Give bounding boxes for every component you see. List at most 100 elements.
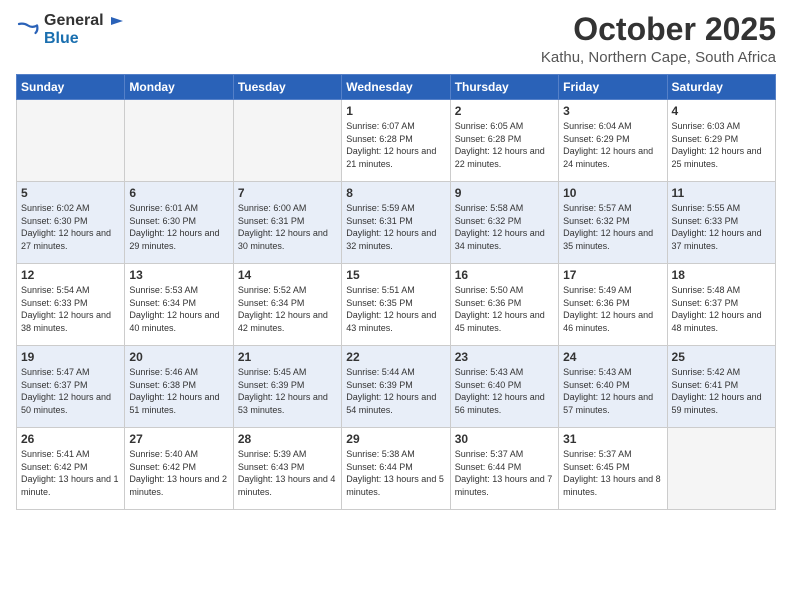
calendar-day-cell: 24 Sunrise: 5:43 AM Sunset: 6:40 PM Dayli… [559,346,667,428]
day-number: 31 [563,432,662,446]
day-number: 1 [346,104,445,118]
calendar-day-cell: 3 Sunrise: 6:04 AM Sunset: 6:29 PM Daylig… [559,100,667,182]
day-number: 9 [455,186,554,200]
day-number: 20 [129,350,228,364]
calendar-day-cell: 15Sunrise: 5:51 AM Sunset: 6:35 PM Dayli… [342,264,450,346]
sun-info: Sunrise: 6:05 AM Sunset: 6:28 PM Dayligh… [455,120,554,170]
sun-info: Sunrise: 5:52 AM Sunset: 6:34 PM Dayligh… [238,284,337,334]
sun-info: Sunrise: 5:38 AM Sunset: 6:44 PM Dayligh… [346,448,445,498]
calendar-week-row: 12 Sunrise: 5:54 AM Sunset: 6:33 PM Dayli… [17,264,776,346]
sun-info: Sunrise: 5:53 AM Sunset: 6:34 PM Dayligh… [129,284,228,334]
sun-info: Sunrise: 6:03 AM Sunset: 6:29 PM Dayligh… [672,120,771,170]
calendar-day-cell: 16 Sunrise: 5:50 AM Sunset: 6:36 PM Dayli… [450,264,558,346]
day-number: 18 [672,268,771,282]
sun-info: Sunrise: 5:39 AM Sunset: 6:43 PM Dayligh… [238,448,337,498]
calendar-day-cell: 21Sunrise: 5:45 AM Sunset: 6:39 PM Dayli… [233,346,341,428]
day-number: 28 [238,432,337,446]
sun-info: Sunrise: 5:37 AM Sunset: 6:44 PM Dayligh… [455,448,554,498]
calendar-day-cell: 30 Sunrise: 5:37 AM Sunset: 6:44 PM Dayli… [450,428,558,510]
day-number: 3 [563,104,662,118]
sun-info: Sunrise: 5:54 AM Sunset: 6:33 PM Dayligh… [21,284,120,334]
sun-info: Sunrise: 6:01 AM Sunset: 6:30 PM Dayligh… [129,202,228,252]
sun-info: Sunrise: 5:48 AM Sunset: 6:37 PM Dayligh… [672,284,771,334]
logo-text: General Blue [44,12,125,48]
calendar-day-cell [17,100,125,182]
day-number: 25 [672,350,771,364]
calendar-day-cell: 19Sunrise: 5:47 AM Sunset: 6:37 PM Dayli… [17,346,125,428]
calendar-day-cell: 1 Sunrise: 6:07 AM Sunset: 6:28 PM Daylig… [342,100,450,182]
sun-info: Sunrise: 5:37 AM Sunset: 6:45 PM Dayligh… [563,448,662,498]
day-number: 7 [238,186,337,200]
sun-info: Sunrise: 6:07 AM Sunset: 6:28 PM Dayligh… [346,120,445,170]
sun-info: Sunrise: 5:58 AM Sunset: 6:32 PM Dayligh… [455,202,554,252]
calendar-header-row: Sunday Monday Tuesday Wednesday Thursday… [17,75,776,100]
header-area: General Blue October 2025 Kathu, Norther… [16,12,776,66]
sun-info: Sunrise: 5:46 AM Sunset: 6:38 PM Dayligh… [129,366,228,416]
header-thursday: Thursday [450,75,558,100]
calendar-day-cell: 25 Sunrise: 5:42 AM Sunset: 6:41 PM Dayli… [667,346,775,428]
header-monday: Monday [125,75,233,100]
day-number: 6 [129,186,228,200]
calendar-day-cell: 28 Sunrise: 5:39 AM Sunset: 6:43 PM Dayli… [233,428,341,510]
calendar-week-row: 26Sunrise: 5:41 AM Sunset: 6:42 PM Dayli… [17,428,776,510]
day-number: 13 [129,268,228,282]
title-area: October 2025 Kathu, Northern Cape, South… [541,12,776,66]
sun-info: Sunrise: 5:40 AM Sunset: 6:42 PM Dayligh… [129,448,228,498]
logo-arrow-icon [109,13,125,29]
day-number: 30 [455,432,554,446]
calendar-day-cell: 27 Sunrise: 5:40 AM Sunset: 6:42 PM Dayli… [125,428,233,510]
sun-info: Sunrise: 5:49 AM Sunset: 6:36 PM Dayligh… [563,284,662,334]
calendar-day-cell: 18 Sunrise: 5:48 AM Sunset: 6:37 PM Dayli… [667,264,775,346]
day-number: 23 [455,350,554,364]
location-title: Kathu, Northern Cape, South Africa [541,49,776,66]
day-number: 26 [21,432,120,446]
header-friday: Friday [559,75,667,100]
header-wednesday: Wednesday [342,75,450,100]
day-number: 16 [455,268,554,282]
calendar-week-row: 1 Sunrise: 6:07 AM Sunset: 6:28 PM Daylig… [17,100,776,182]
calendar-day-cell: 7Sunrise: 6:00 AM Sunset: 6:31 PM Daylig… [233,182,341,264]
day-number: 15 [346,268,445,282]
calendar-day-cell: 5 Sunrise: 6:02 AM Sunset: 6:30 PM Daylig… [17,182,125,264]
sun-info: Sunrise: 6:02 AM Sunset: 6:30 PM Dayligh… [21,202,120,252]
sun-info: Sunrise: 5:44 AM Sunset: 6:39 PM Dayligh… [346,366,445,416]
calendar-day-cell: 17 Sunrise: 5:49 AM Sunset: 6:36 PM Dayli… [559,264,667,346]
page-container: General Blue October 2025 Kathu, Norther… [0,0,792,518]
day-number: 24 [563,350,662,364]
sun-info: Sunrise: 5:42 AM Sunset: 6:41 PM Dayligh… [672,366,771,416]
calendar-day-cell: 10Sunrise: 5:57 AM Sunset: 6:32 PM Dayli… [559,182,667,264]
calendar-day-cell: 13 Sunrise: 5:53 AM Sunset: 6:34 PM Dayli… [125,264,233,346]
sun-info: Sunrise: 5:43 AM Sunset: 6:40 PM Dayligh… [563,366,662,416]
day-number: 27 [129,432,228,446]
calendar-day-cell: 29 Sunrise: 5:38 AM Sunset: 6:44 PM Dayli… [342,428,450,510]
day-number: 17 [563,268,662,282]
header-sunday: Sunday [17,75,125,100]
sun-info: Sunrise: 5:50 AM Sunset: 6:36 PM Dayligh… [455,284,554,334]
calendar-day-cell: 6 Sunrise: 6:01 AM Sunset: 6:30 PM Daylig… [125,182,233,264]
day-number: 4 [672,104,771,118]
calendar-day-cell: 12 Sunrise: 5:54 AM Sunset: 6:33 PM Dayli… [17,264,125,346]
calendar-day-cell: 4 Sunrise: 6:03 AM Sunset: 6:29 PM Daylig… [667,100,775,182]
logo-blue: Blue [44,30,125,48]
calendar-day-cell [667,428,775,510]
day-number: 11 [672,186,771,200]
sun-info: Sunrise: 5:43 AM Sunset: 6:40 PM Dayligh… [455,366,554,416]
sun-info: Sunrise: 6:04 AM Sunset: 6:29 PM Dayligh… [563,120,662,170]
logo-icon [16,18,40,42]
sun-info: Sunrise: 5:55 AM Sunset: 6:33 PM Dayligh… [672,202,771,252]
calendar-day-cell: 23 Sunrise: 5:43 AM Sunset: 6:40 PM Dayli… [450,346,558,428]
calendar-day-cell: 11 Sunrise: 5:55 AM Sunset: 6:33 PM Dayli… [667,182,775,264]
day-number: 14 [238,268,337,282]
calendar-day-cell: 8Sunrise: 5:59 AM Sunset: 6:31 PM Daylig… [342,182,450,264]
day-number: 12 [21,268,120,282]
calendar-day-cell [125,100,233,182]
day-number: 2 [455,104,554,118]
day-number: 8 [346,186,445,200]
calendar-table: Sunday Monday Tuesday Wednesday Thursday… [16,74,776,510]
day-number: 5 [21,186,120,200]
day-number: 19 [21,350,120,364]
day-number: 29 [346,432,445,446]
day-number: 21 [238,350,337,364]
header-saturday: Saturday [667,75,775,100]
calendar-day-cell: 31 Sunrise: 5:37 AM Sunset: 6:45 PM Dayli… [559,428,667,510]
